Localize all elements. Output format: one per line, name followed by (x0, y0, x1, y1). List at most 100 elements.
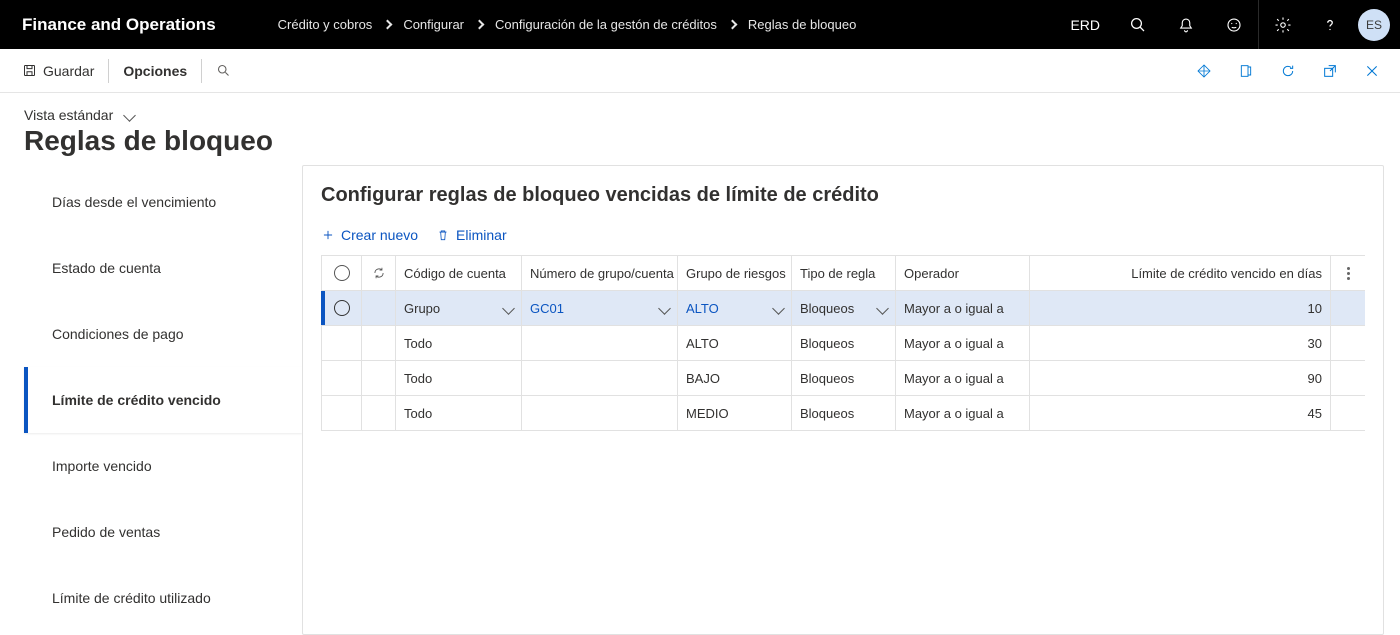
limit-days-cell[interactable]: 10 (1030, 291, 1331, 325)
breadcrumb: Crédito y cobros Configurar Configuració… (278, 17, 857, 32)
circle-icon (334, 265, 350, 281)
delete-label: Eliminar (456, 227, 507, 243)
operator-cell[interactable]: Mayor a o igual a (896, 326, 1030, 360)
limit-days-cell[interactable]: 30 (1030, 326, 1331, 360)
chevron-right-icon (475, 20, 485, 30)
cell-value: ALTO (686, 301, 719, 316)
row-spacer (1331, 291, 1365, 325)
risk-group-lookup[interactable]: ALTO (678, 291, 792, 325)
rule-type-cell[interactable]: Bloqueos (792, 326, 896, 360)
account-code-cell[interactable]: Todo (396, 396, 522, 430)
sidebar-item-label: Condiciones de pago (52, 326, 184, 342)
feedback-icon[interactable] (1210, 0, 1258, 49)
view-picker[interactable]: Vista estándar (24, 107, 134, 123)
attachments-icon[interactable] (1184, 51, 1224, 91)
chevron-down-icon (658, 302, 671, 315)
rule-type-cell[interactable]: Bloqueos (792, 396, 896, 430)
col-limit-days-label: Límite de crédito vencido en días (1131, 266, 1322, 281)
circle-icon (334, 300, 350, 316)
options-label: Opciones (123, 63, 187, 79)
table-row[interactable]: Grupo GC01 ALTO Bloqueos Mayor a o igual… (322, 291, 1365, 326)
group-number-lookup[interactable]: GC01 (522, 291, 678, 325)
panel-title: Configurar reglas de bloqueo vencidas de… (321, 184, 1365, 207)
breadcrumb-item[interactable]: Crédito y cobros (278, 17, 373, 32)
topbar-right: ERD ES (1056, 0, 1400, 49)
sidebar-item-days-since-due[interactable]: Días desde el vencimiento (24, 169, 302, 235)
create-new-label: Crear nuevo (341, 227, 418, 243)
col-group-number[interactable]: Número de grupo/cuenta (522, 256, 678, 290)
brand-title: Finance and Operations (0, 15, 238, 35)
table-row[interactable]: Todo MEDIO Bloqueos Mayor a o igual a 45 (322, 396, 1365, 431)
sidebar-item-credit-limit-overdue[interactable]: Límite de crédito vencido (24, 367, 302, 433)
company-code[interactable]: ERD (1056, 17, 1114, 33)
separator (108, 59, 109, 83)
user-avatar[interactable]: ES (1358, 9, 1390, 41)
breadcrumb-item[interactable]: Reglas de bloqueo (748, 17, 856, 32)
sidebar-item-credit-limit-used[interactable]: Límite de crédito utilizado (24, 565, 302, 631)
risk-group-cell[interactable]: BAJO (678, 361, 792, 395)
refresh-icon[interactable] (1268, 51, 1308, 91)
chevron-down-icon (772, 302, 785, 315)
col-risk-group[interactable]: Grupo de riesgos (678, 256, 792, 290)
group-number-cell[interactable] (522, 326, 678, 360)
limit-days-cell[interactable]: 45 (1030, 396, 1331, 430)
table-row[interactable]: Todo ALTO Bloqueos Mayor a o igual a 30 (322, 326, 1365, 361)
search-icon[interactable] (1114, 0, 1162, 49)
create-new-button[interactable]: Crear nuevo (321, 227, 418, 243)
breadcrumb-item[interactable]: Configuración de la gestón de créditos (495, 17, 717, 32)
row-selector[interactable] (322, 396, 362, 430)
select-all-checkbox[interactable] (322, 256, 362, 290)
risk-group-cell[interactable]: ALTO (678, 326, 792, 360)
rule-type-dropdown[interactable]: Bloqueos (792, 291, 896, 325)
grid-menu-button[interactable] (1331, 256, 1365, 290)
col-operator[interactable]: Operador (896, 256, 1030, 290)
save-button[interactable]: Guardar (10, 49, 106, 92)
row-spacer (1331, 361, 1365, 395)
action-search-icon[interactable] (204, 49, 243, 92)
row-selector[interactable] (322, 291, 362, 325)
row-selector[interactable] (322, 326, 362, 360)
sidebar-item-label: Días desde el vencimiento (52, 194, 216, 210)
save-label: Guardar (43, 63, 94, 79)
chevron-down-icon (123, 109, 136, 122)
breadcrumb-item[interactable]: Configurar (403, 17, 464, 32)
notifications-icon[interactable] (1162, 0, 1210, 49)
account-code-dropdown[interactable]: Grupo (396, 291, 522, 325)
col-rule-type[interactable]: Tipo de regla (792, 256, 896, 290)
sidebar-item-payment-terms[interactable]: Condiciones de pago (24, 301, 302, 367)
delete-button[interactable]: Eliminar (436, 227, 507, 243)
operator-cell[interactable]: Mayor a o igual a (896, 396, 1030, 430)
row-handle (362, 291, 396, 325)
popout-icon[interactable] (1310, 51, 1350, 91)
account-code-cell[interactable]: Todo (396, 361, 522, 395)
risk-group-cell[interactable]: MEDIO (678, 396, 792, 430)
sidebar-item-label: Estado de cuenta (52, 260, 161, 276)
operator-cell[interactable]: Mayor a o igual a (896, 291, 1030, 325)
col-account-code[interactable]: Código de cuenta (396, 256, 522, 290)
table-row[interactable]: Todo BAJO Bloqueos Mayor a o igual a 90 (322, 361, 1365, 396)
row-spacer (1331, 396, 1365, 430)
help-icon[interactable] (1306, 0, 1354, 49)
operator-cell[interactable]: Mayor a o igual a (896, 361, 1030, 395)
sidebar: Días desde el vencimiento Estado de cuen… (24, 165, 302, 635)
sidebar-item-label: Límite de crédito utilizado (52, 590, 211, 606)
separator (201, 59, 202, 83)
row-selector[interactable] (322, 361, 362, 395)
group-number-cell[interactable] (522, 361, 678, 395)
sidebar-item-overdue-amount[interactable]: Importe vencido (24, 433, 302, 499)
sidebar-item-sales-order[interactable]: Pedido de ventas (24, 499, 302, 565)
group-number-cell[interactable] (522, 396, 678, 430)
office-icon[interactable] (1226, 51, 1266, 91)
action-bar: Guardar Opciones (0, 49, 1400, 93)
close-icon[interactable] (1352, 51, 1392, 91)
row-spacer (1331, 326, 1365, 360)
action-bar-right (1184, 51, 1400, 91)
options-button[interactable]: Opciones (111, 49, 199, 92)
rule-type-cell[interactable]: Bloqueos (792, 361, 896, 395)
grid-refresh-icon[interactable] (362, 256, 396, 290)
sidebar-item-account-status[interactable]: Estado de cuenta (24, 235, 302, 301)
settings-icon[interactable] (1258, 0, 1306, 49)
limit-days-cell[interactable]: 90 (1030, 361, 1331, 395)
account-code-cell[interactable]: Todo (396, 326, 522, 360)
col-limit-days[interactable]: Límite de crédito vencido en días (1030, 256, 1331, 290)
